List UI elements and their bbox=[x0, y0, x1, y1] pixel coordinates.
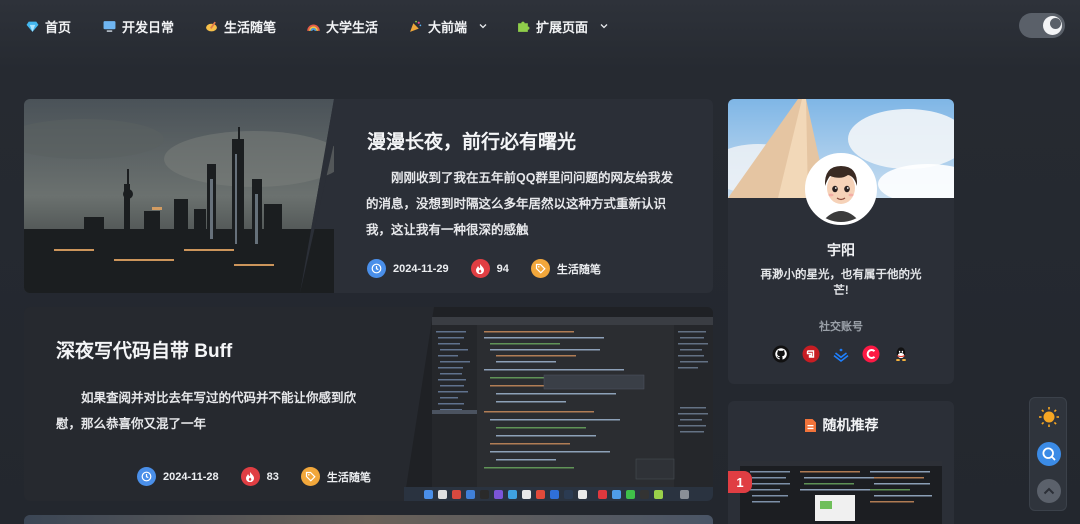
github-icon[interactable] bbox=[772, 345, 790, 363]
post-date: 2024-11-28 bbox=[137, 467, 219, 486]
rainbow-icon bbox=[307, 24, 320, 31]
post-card[interactable] bbox=[24, 515, 713, 524]
chevron-down-icon bbox=[479, 24, 487, 29]
social-links bbox=[772, 345, 910, 363]
post-excerpt: 刚刚收到了我在五年前QQ群里问问题的网友给我发的消息，没想到时隔这么多年居然以这… bbox=[366, 171, 673, 237]
post-thumbnail-code-editor[interactable] bbox=[404, 307, 713, 501]
puzzle-icon bbox=[518, 21, 530, 32]
nav-item-frontend[interactable]: 大前端 bbox=[409, 16, 487, 36]
tag-icon bbox=[300, 467, 320, 486]
post-title[interactable]: 漫漫长夜，前行必有曙光 bbox=[367, 127, 576, 154]
top-nav: 首页 开发日常 生活随笔 大学生活 大前端 扩展页面 bbox=[0, 0, 1080, 52]
post-date: 2024-11-29 bbox=[367, 259, 449, 278]
nav-label: 大学生活 bbox=[326, 19, 379, 35]
gitee-icon[interactable] bbox=[802, 345, 820, 363]
profile-card: 宇阳 再渺小的星光，也有属于他的光芒! 社交账号 bbox=[728, 99, 954, 384]
juejin-icon[interactable] bbox=[832, 345, 850, 363]
post-title[interactable]: 深夜写代码自带 Buff bbox=[56, 336, 232, 363]
profile-name: 宇阳 bbox=[827, 242, 855, 258]
post-views: 83 bbox=[240, 467, 279, 486]
profile-motto: 再渺小的星光，也有属于他的光芒! bbox=[760, 269, 922, 297]
nav-item-life[interactable]: 生活随笔 bbox=[205, 16, 276, 36]
nav-label: 大前端 bbox=[428, 19, 468, 35]
flame-icon bbox=[470, 259, 490, 278]
document-icon bbox=[804, 418, 816, 432]
nav-item-college[interactable]: 大学生活 bbox=[307, 16, 378, 36]
post-category[interactable]: 生活随笔 bbox=[300, 467, 371, 486]
post-thumbnail[interactable] bbox=[24, 515, 713, 524]
post-card[interactable]: 漫漫长夜，前行必有曙光 刚刚收到了我在五年前QQ群里问问题的网友给我发的消息，没… bbox=[24, 99, 713, 293]
post-excerpt: 如果查阅并对比去年写过的代码并不能让你感到欣慰，那么恭喜你又混了一年 bbox=[56, 391, 357, 431]
post-category[interactable]: 生活随笔 bbox=[530, 259, 601, 278]
avatar[interactable] bbox=[805, 153, 877, 225]
recommend-badge: 1 bbox=[728, 471, 752, 493]
writing-hand-icon bbox=[206, 21, 217, 31]
party-popper-icon bbox=[410, 20, 422, 32]
nav-item-dev[interactable]: 开发日常 bbox=[103, 16, 174, 36]
search-icon[interactable] bbox=[1037, 442, 1061, 466]
social-title: 社交账号 bbox=[819, 321, 863, 333]
chevron-down-icon bbox=[600, 24, 608, 29]
post-thumbnail-city[interactable] bbox=[24, 99, 334, 293]
nav-item-home[interactable]: 首页 bbox=[26, 16, 71, 36]
monitor-icon bbox=[103, 20, 116, 32]
floating-toolbar bbox=[1029, 397, 1067, 511]
nav-label: 生活随笔 bbox=[224, 19, 277, 35]
clock-icon bbox=[367, 259, 386, 278]
nav-label: 扩展页面 bbox=[536, 19, 589, 35]
sun-icon[interactable] bbox=[1037, 405, 1061, 429]
post-meta: 2024-11-29 94 生活随笔 bbox=[367, 259, 623, 278]
nav-item-extend[interactable]: 扩展页面 bbox=[517, 16, 608, 36]
gem-icon bbox=[26, 21, 39, 32]
csdn-icon[interactable] bbox=[862, 345, 880, 363]
random-recommend-card: 随机推荐 bbox=[728, 401, 954, 524]
post-views: 94 bbox=[470, 259, 509, 278]
flame-icon bbox=[240, 467, 260, 486]
nav-label: 首页 bbox=[45, 19, 72, 35]
theme-toggle[interactable] bbox=[1019, 13, 1065, 38]
recommend-thumbnail[interactable] bbox=[740, 461, 942, 524]
nav-label: 开发日常 bbox=[122, 19, 175, 35]
post-card[interactable]: 深夜写代码自带 Buff 如果查阅并对比去年写过的代码并不能让你感到欣慰，那么恭… bbox=[24, 307, 713, 501]
recommend-title: 随机推荐 bbox=[728, 415, 954, 435]
post-meta: 2024-11-28 83 生活随笔 bbox=[137, 467, 393, 486]
back-to-top-icon[interactable] bbox=[1037, 479, 1061, 503]
clock-icon bbox=[137, 467, 156, 486]
moon-icon bbox=[1043, 16, 1062, 35]
qq-icon[interactable] bbox=[892, 345, 910, 363]
tag-icon bbox=[530, 259, 550, 278]
